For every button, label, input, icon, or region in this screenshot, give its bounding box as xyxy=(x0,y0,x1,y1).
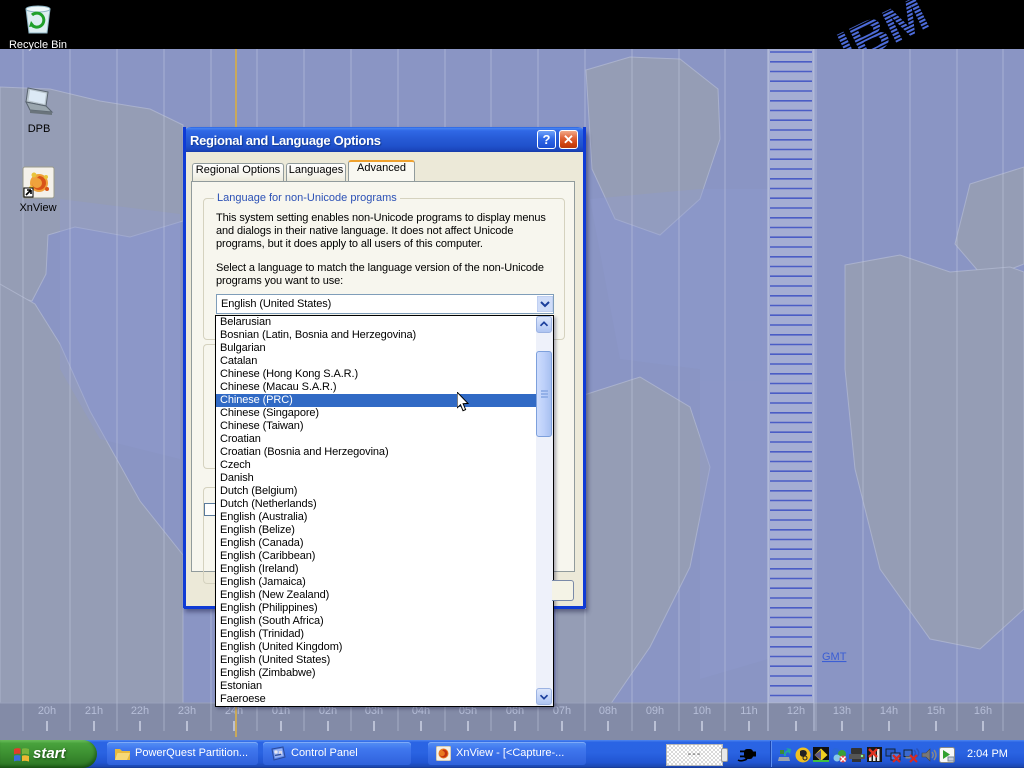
svg-text:11h: 11h xyxy=(740,705,758,717)
svg-text:22h: 22h xyxy=(131,705,149,717)
svg-text:07h: 07h xyxy=(553,705,571,717)
svg-text:IBM: IBM xyxy=(829,0,935,49)
svg-text:GMT: GMT xyxy=(822,651,847,663)
svg-text:08h: 08h xyxy=(599,705,617,717)
svg-text:12h: 12h xyxy=(787,705,805,717)
svg-text:20h: 20h xyxy=(38,705,56,717)
svg-text:09h: 09h xyxy=(646,705,664,717)
svg-text:16h: 16h xyxy=(974,705,992,717)
svg-text:21h: 21h xyxy=(85,705,103,717)
svg-text:23h: 23h xyxy=(178,705,196,717)
svg-text:10h: 10h xyxy=(693,705,711,717)
svg-text:15h: 15h xyxy=(927,705,945,717)
svg-text:13h: 13h xyxy=(833,705,851,717)
svg-text:14h: 14h xyxy=(880,705,898,717)
